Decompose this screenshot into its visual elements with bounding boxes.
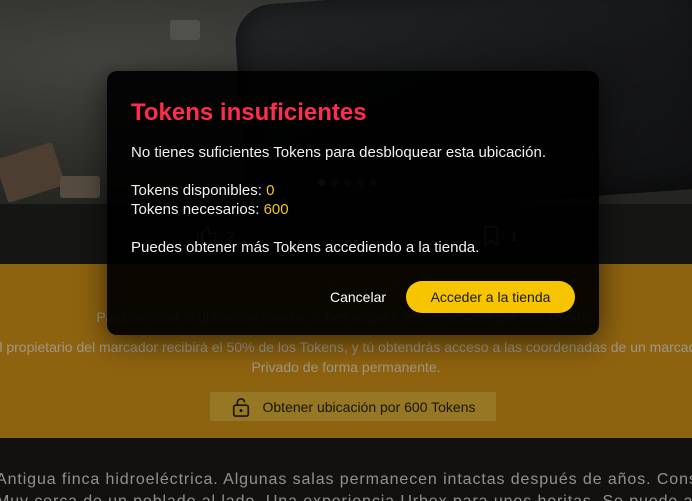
go-to-store-button[interactable]: Acceder a la tienda <box>406 281 575 313</box>
tokens-available-value: 0 <box>266 182 275 199</box>
tokens-needed-row: Tokens necesarios: 600 <box>131 201 289 218</box>
tokens-needed-value: 600 <box>263 201 289 218</box>
tokens-needed-label: Tokens necesarios: <box>131 201 260 218</box>
cancel-button[interactable]: Cancelar <box>324 283 392 311</box>
dialog-message: No tienes suficientes Tokens para desblo… <box>131 144 546 161</box>
marker-detail-page: 2 1 ESTE MARCADOR ESTÁ BLOQUEADO Para co… <box>0 0 692 501</box>
dialog-hint: Puedes obtener más Tokens accediendo a l… <box>131 239 480 256</box>
tokens-available-row: Tokens disponibles: 0 <box>131 182 274 199</box>
tokens-available-label: Tokens disponibles: <box>131 182 262 199</box>
insufficient-tokens-dialog: Tokens insuficientes No tienes suficient… <box>107 71 599 335</box>
dialog-title: Tokens insuficientes <box>131 99 367 126</box>
